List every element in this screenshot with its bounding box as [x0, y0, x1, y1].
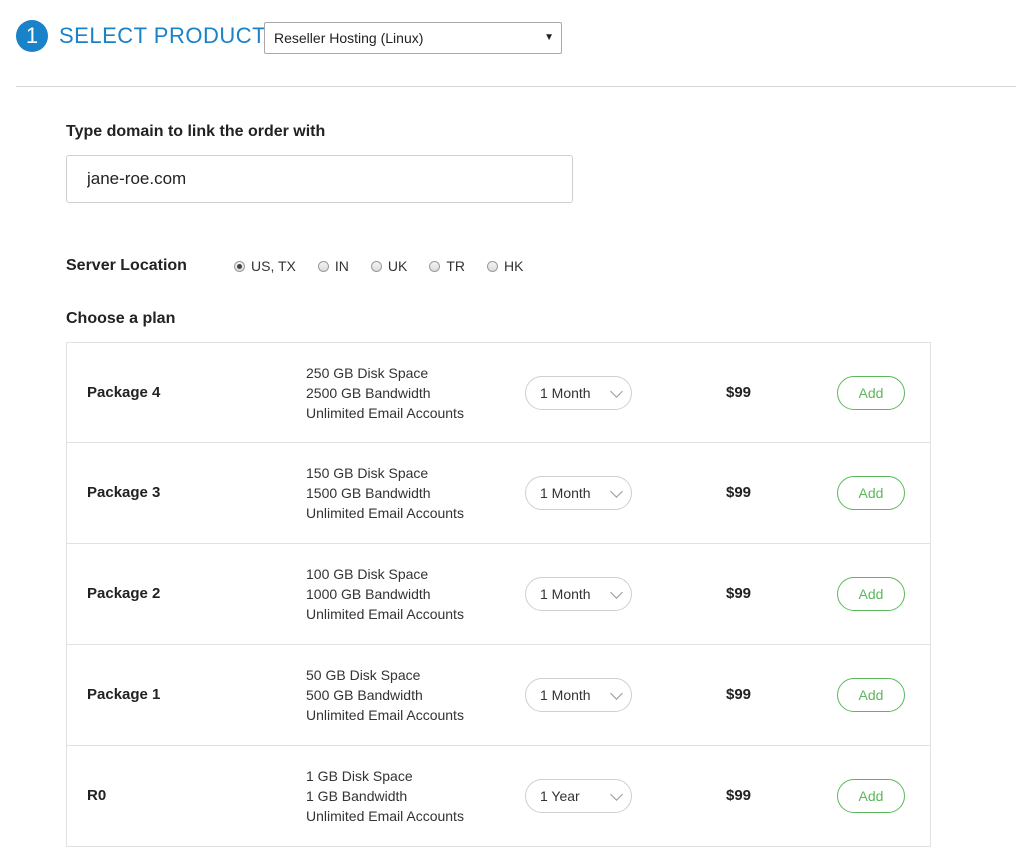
plan-specs: 250 GB Disk Space 2500 GB Bandwidth Unli…: [306, 363, 464, 423]
add-button[interactable]: Add: [837, 577, 905, 611]
plan-specs: 1 GB Disk Space 1 GB Bandwidth Unlimited…: [306, 766, 464, 826]
radio-button[interactable]: [487, 260, 498, 272]
plan-name: Package 1: [87, 686, 161, 703]
radio-option-in[interactable]: IN: [317, 258, 349, 274]
term-select-value: 1 Month: [540, 385, 591, 401]
plan-specs: 100 GB Disk Space 1000 GB Bandwidth Unli…: [306, 564, 464, 624]
term-select[interactable]: 1 Year: [525, 779, 632, 813]
add-button[interactable]: Add: [837, 779, 905, 813]
plan-disk: 100 GB Disk Space: [306, 566, 429, 582]
chevron-down-icon: [610, 385, 623, 398]
plan-list: Package 4 250 GB Disk Space 2500 GB Band…: [66, 342, 931, 847]
plan-email: Unlimited Email Accounts: [306, 606, 464, 622]
plan-name: R0: [87, 787, 107, 804]
server-location-label: Server Location: [66, 257, 187, 274]
plan-bandwidth: 1 GB Bandwidth: [306, 788, 408, 804]
add-button[interactable]: Add: [837, 376, 905, 410]
plan-price: $99: [726, 686, 752, 703]
plan-bandwidth: 2500 GB Bandwidth: [306, 385, 431, 401]
term-select-value: 1 Month: [540, 485, 591, 501]
plan-name: Package 3: [87, 484, 161, 501]
product-select[interactable]: Reseller Hosting (Linux) ▼: [264, 22, 562, 54]
chevron-down-icon: [610, 687, 623, 700]
plan-bandwidth: 500 GB Bandwidth: [306, 687, 423, 703]
radio-option-us-tx[interactable]: US, TX: [234, 258, 296, 274]
plan-price: $99: [726, 787, 752, 804]
add-button[interactable]: Add: [837, 476, 905, 510]
chevron-down-icon: [610, 788, 623, 801]
radio-label: UK: [387, 258, 408, 274]
plan-row: Package 4 250 GB Disk Space 2500 GB Band…: [66, 342, 931, 443]
plan-row: R0 1 GB Disk Space 1 GB Bandwidth Unlimi…: [66, 746, 931, 847]
domain-input[interactable]: [66, 155, 573, 203]
plan-row: Package 1 50 GB Disk Space 500 GB Bandwi…: [66, 645, 931, 746]
server-location-radio-group: US, TX IN UK TR HK: [234, 258, 545, 274]
term-select[interactable]: 1 Month: [525, 577, 632, 611]
plan-specs: 50 GB Disk Space 500 GB Bandwidth Unlimi…: [306, 665, 464, 725]
radio-button[interactable]: [429, 260, 441, 272]
plan-price: $99: [726, 384, 752, 401]
radio-label: TR: [446, 258, 465, 274]
plan-email: Unlimited Email Accounts: [306, 505, 464, 521]
radio-option-uk[interactable]: UK: [370, 258, 408, 274]
radio-button[interactable]: [317, 260, 329, 272]
plan-row: Package 2 100 GB Disk Space 1000 GB Band…: [66, 544, 931, 645]
plan-price: $99: [726, 585, 752, 602]
domain-label: Type domain to link the order with: [66, 123, 326, 140]
plan-name: Package 4: [87, 384, 161, 401]
term-select[interactable]: 1 Month: [525, 476, 632, 510]
chevron-down-icon: [610, 485, 623, 498]
term-select-value: 1 Month: [540, 687, 591, 703]
page-title: SELECT PRODUCT:: [59, 23, 271, 48]
term-select[interactable]: 1 Month: [525, 678, 632, 712]
choose-plan-label: Choose a plan: [66, 310, 176, 327]
radio-label: IN: [334, 258, 349, 274]
radio-option-hk[interactable]: HK: [487, 258, 523, 274]
plan-disk: 50 GB Disk Space: [306, 667, 421, 683]
plan-disk: 150 GB Disk Space: [306, 465, 429, 481]
plan-disk: 1 GB Disk Space: [306, 768, 413, 784]
plan-price: $99: [726, 484, 752, 501]
plan-specs: 150 GB Disk Space 1500 GB Bandwidth Unli…: [306, 463, 464, 523]
radio-option-tr[interactable]: TR: [429, 258, 465, 274]
add-button[interactable]: Add: [837, 678, 905, 712]
plan-email: Unlimited Email Accounts: [306, 405, 464, 421]
step-header: 1 SELECT PRODUCT:: [16, 20, 270, 52]
plan-bandwidth: 1000 GB Bandwidth: [306, 586, 431, 602]
plan-name: Package 2: [87, 585, 161, 602]
term-select-value: 1 Month: [540, 586, 591, 602]
divider: [16, 86, 1016, 87]
radio-button[interactable]: [234, 260, 245, 272]
product-select-value: Reseller Hosting (Linux): [274, 30, 424, 46]
radio-label: US, TX: [251, 258, 296, 274]
plan-email: Unlimited Email Accounts: [306, 808, 464, 824]
dropdown-arrow-icon: ▼: [544, 32, 554, 43]
plan-row: Package 3 150 GB Disk Space 1500 GB Band…: [66, 443, 931, 544]
plan-bandwidth: 1500 GB Bandwidth: [306, 485, 431, 501]
radio-button[interactable]: [370, 260, 382, 272]
term-select[interactable]: 1 Month: [525, 376, 632, 410]
step-number-badge: 1: [16, 20, 48, 52]
plan-email: Unlimited Email Accounts: [306, 707, 464, 723]
term-select-value: 1 Year: [540, 788, 580, 804]
radio-label: HK: [504, 258, 524, 274]
chevron-down-icon: [610, 586, 623, 599]
plan-disk: 250 GB Disk Space: [306, 365, 429, 381]
